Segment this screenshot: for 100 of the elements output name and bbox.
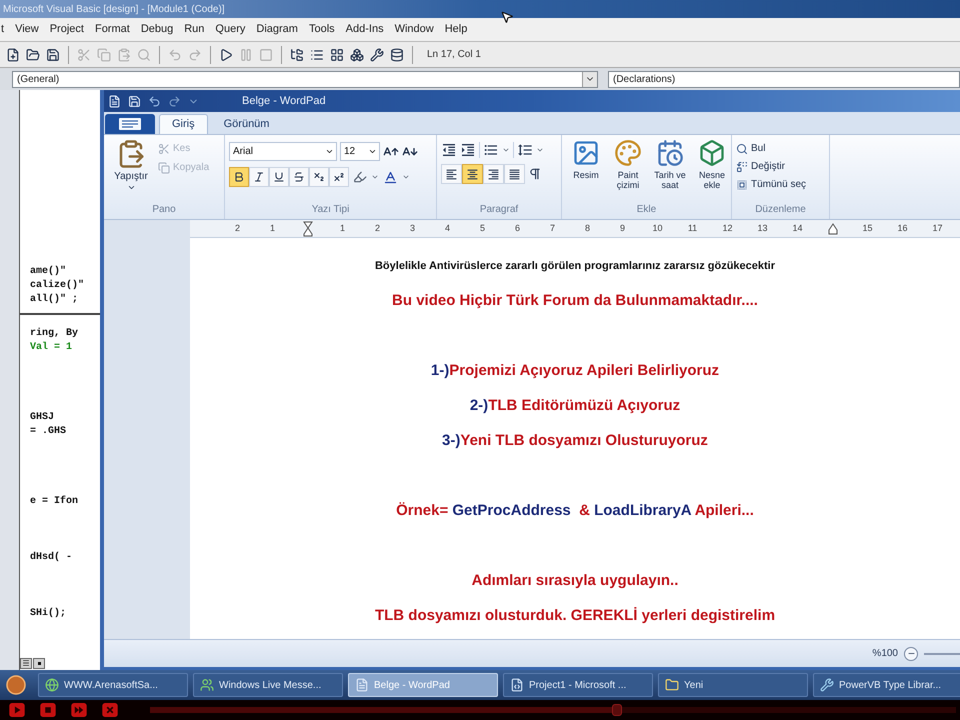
start-orb-icon[interactable]: [6, 675, 26, 695]
zoom-out-button[interactable]: [904, 646, 918, 660]
ruler-number: 3: [408, 222, 416, 235]
search-icon[interactable]: [736, 142, 748, 154]
align-right-icon[interactable]: [487, 168, 500, 180]
module-view-icon[interactable]: [33, 658, 45, 668]
select-all-icon[interactable]: [736, 178, 748, 190]
menu-item[interactable]: Add-Ins: [344, 21, 385, 38]
redo-icon[interactable]: [168, 94, 181, 108]
italic-icon[interactable]: [253, 171, 265, 183]
seek-bar-track[interactable]: [150, 707, 956, 713]
object-combo[interactable]: (General): [12, 70, 598, 88]
menu-item[interactable]: Query: [214, 21, 246, 38]
taskbar-button[interactable]: Project1 - Microsoft ...: [503, 673, 653, 697]
indent-marker-icon[interactable]: [302, 220, 312, 236]
format-button[interactable]: [289, 167, 309, 187]
ribbon-tab[interactable]: Görünüm: [212, 114, 282, 134]
insert-button[interactable]: Resim: [566, 139, 606, 202]
image-icon[interactable]: [572, 139, 600, 167]
code-file-icon[interactable]: [510, 678, 524, 692]
document-icon[interactable]: [108, 94, 121, 108]
align-button[interactable]: [462, 164, 483, 184]
align-center-icon[interactable]: [466, 168, 479, 180]
caret-icon[interactable]: [502, 146, 510, 154]
ruler-number: 2: [374, 222, 381, 235]
align-button[interactable]: [441, 164, 462, 184]
editing-item[interactable]: Değiştir: [736, 159, 806, 174]
highlighter-icon[interactable]: [353, 170, 367, 184]
menu-item[interactable]: View: [14, 21, 40, 38]
align-button[interactable]: [483, 164, 504, 184]
caret-icon[interactable]: [325, 147, 334, 156]
globe-icon[interactable]: [45, 678, 59, 692]
window-title: Microsoft Visual Basic [design] - [Module1 (Code)]: [3, 2, 225, 16]
menu-item[interactable]: Help: [444, 21, 468, 38]
play-icon[interactable]: [219, 48, 233, 62]
taskbar-button[interactable]: Yeni: [658, 673, 808, 697]
editing-item[interactable]: Tümünü seç: [736, 177, 806, 192]
font-size-combo[interactable]: 12: [340, 142, 380, 161]
format-button[interactable]: [229, 167, 249, 187]
cube-icon[interactable]: [698, 139, 726, 167]
wrench-icon[interactable]: [370, 48, 384, 62]
folder-tree-icon[interactable]: [290, 48, 304, 62]
superscript-icon[interactable]: [333, 171, 345, 183]
folder-icon[interactable]: [26, 48, 40, 62]
subscript-icon[interactable]: [313, 171, 325, 183]
grid-icon[interactable]: [330, 48, 344, 62]
calendar-clock-icon[interactable]: [656, 139, 684, 167]
menu-item[interactable]: Window: [394, 21, 435, 38]
boxes-icon[interactable]: [350, 48, 364, 62]
seek-thumb[interactable]: [612, 704, 622, 716]
underline-icon[interactable]: [273, 171, 285, 183]
format-button[interactable]: [249, 167, 269, 187]
database-icon[interactable]: [390, 48, 404, 62]
line-spacing-icon[interactable]: [517, 142, 533, 158]
decrease-indent-icon[interactable]: [441, 142, 457, 158]
bold-icon[interactable]: [233, 171, 245, 183]
procedure-combo[interactable]: (Declarations): [608, 70, 960, 88]
paste-button[interactable]: Yapıştır: [108, 139, 154, 202]
menu-item[interactable]: Debug: [140, 21, 174, 38]
align-left-icon[interactable]: [445, 168, 458, 180]
insert-button[interactable]: Paint çizimi: [608, 139, 648, 202]
palette-icon[interactable]: [614, 139, 642, 167]
taskbar-button[interactable]: WWW.ArenasoftSa...: [38, 673, 188, 697]
insert-button[interactable]: Nesne ekle: [692, 139, 732, 202]
caret-icon[interactable]: [368, 147, 377, 156]
menu-item[interactable]: Diagram: [255, 21, 299, 38]
editing-item[interactable]: Bul: [736, 141, 806, 156]
menu-item[interactable]: Tools: [308, 21, 336, 38]
list-icon[interactable]: [310, 48, 324, 62]
file-menu-icon[interactable]: [119, 118, 141, 130]
align-justify-icon[interactable]: [508, 168, 521, 180]
caret-icon[interactable]: [536, 146, 544, 154]
menu-item[interactable]: t: [0, 21, 6, 38]
menu-item[interactable]: Format: [94, 21, 131, 38]
font-color-icon[interactable]: [383, 170, 398, 184]
format-button[interactable]: [269, 167, 289, 187]
right-indent-marker-icon[interactable]: [828, 222, 838, 234]
people-icon[interactable]: [200, 678, 214, 692]
procedure-view-icon[interactable]: [20, 658, 32, 668]
taskbar-button[interactable]: Windows Live Messe...: [193, 673, 343, 697]
insert-button[interactable]: Tarih ve saat: [650, 139, 690, 202]
ruler-number: 1: [338, 222, 346, 235]
bullet-list-icon[interactable]: [483, 142, 499, 158]
menu-item[interactable]: Run: [183, 21, 206, 38]
font-family-combo[interactable]: Arial: [229, 142, 337, 161]
align-button[interactable]: [504, 164, 525, 184]
paragraph-icon[interactable]: [528, 167, 542, 181]
increase-indent-icon[interactable]: [460, 142, 476, 158]
file-menu-button[interactable]: [105, 114, 155, 134]
ribbon-tab[interactable]: Giriş: [159, 114, 208, 134]
caret-icon[interactable]: [126, 183, 136, 192]
file-plus-icon[interactable]: [6, 48, 20, 62]
taskbar-button[interactable]: PowerVB Type Librar...: [813, 673, 960, 697]
format-button[interactable]: [329, 167, 349, 187]
replace-icon[interactable]: [736, 160, 748, 172]
menu-item[interactable]: Project: [48, 21, 85, 38]
strikethrough-icon[interactable]: [293, 171, 305, 183]
format-button[interactable]: [309, 167, 329, 187]
code-line: ame()": [30, 265, 68, 279]
undo-icon[interactable]: [148, 94, 161, 108]
